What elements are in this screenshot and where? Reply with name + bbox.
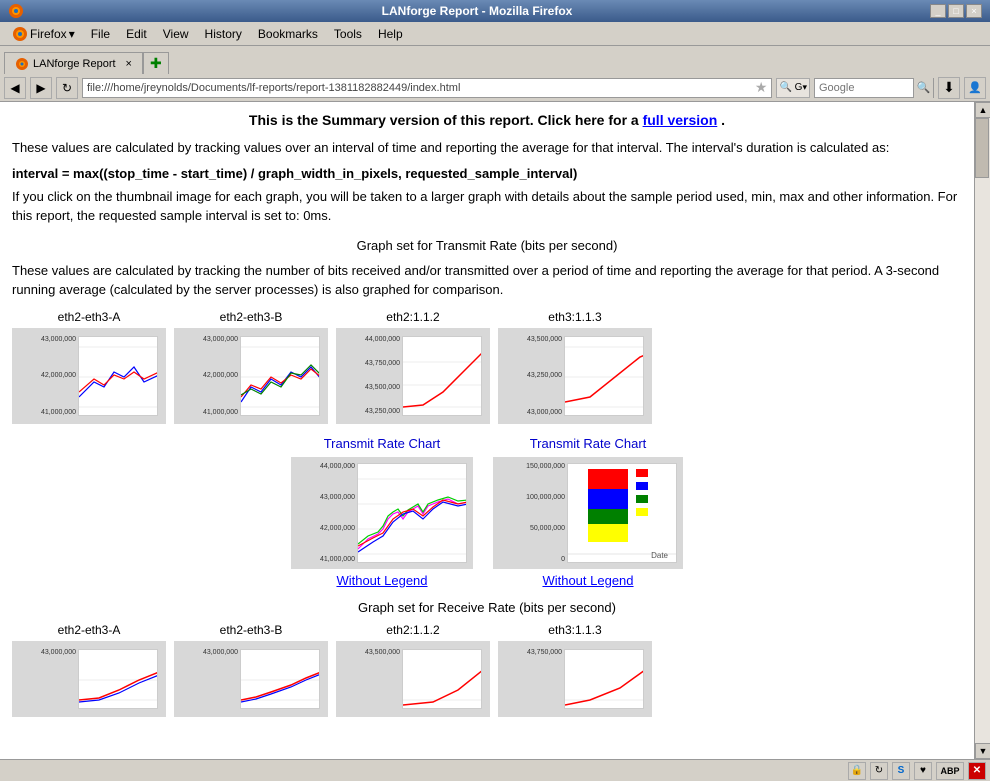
receive-graph-title: Graph set for Receive Rate (bits per sec… <box>12 600 962 615</box>
title-bar: LANforge Report - Mozilla Firefox _ □ × <box>0 0 990 22</box>
thumbnail-receive-eth3-1-1-3: eth3:1.1.3 43,750,000 <box>498 623 652 717</box>
window-title: LANforge Report - Mozilla Firefox <box>24 4 930 18</box>
large-chart-title-0: Transmit Rate Chart <box>324 436 441 451</box>
search-engine-selector[interactable]: 🔍 G ▾ <box>776 78 810 98</box>
description-text-2: If you click on the thumbnail image for … <box>12 187 962 226</box>
content-area: This is the Summary version of this repo… <box>0 102 974 759</box>
without-legend-link-0[interactable]: Without Legend <box>336 573 427 588</box>
formula-line: interval = max((stop_time - start_time) … <box>12 166 962 181</box>
summary-title: This is the Summary version of this repo… <box>12 112 962 128</box>
tab-favicon <box>15 57 29 71</box>
tab-lanforge-report[interactable]: LANforge Report × <box>4 52 143 74</box>
back-button[interactable]: ◀ <box>4 77 26 99</box>
menu-view[interactable]: View <box>155 25 197 43</box>
close-extension-icon[interactable]: ✕ <box>968 762 986 780</box>
tab-bar: LANforge Report × ✚ <box>0 46 990 74</box>
transmit-graph-title: Graph set for Transmit Rate (bits per se… <box>12 238 962 253</box>
thumbnail-receive-eth2-eth3-b: eth2-eth3-B 43,000,000 <box>174 623 328 717</box>
thumbnail-label-2: eth2:1.1.2 <box>386 310 439 324</box>
scroll-up-button[interactable]: ▲ <box>975 102 990 118</box>
thumbnail-eth2-eth3-a: eth2-eth3-A 43,000,000 42,000,000 41,000… <box>12 310 166 424</box>
address-input[interactable]: file:///home/jreynolds/Documents/lf-repo… <box>82 78 772 98</box>
thumbnail-eth2-eth3-b: eth2-eth3-B 43,000,000 42,000,000 41,000… <box>174 310 328 424</box>
thumbnail-box-3[interactable]: 43,500,000 43,250,000 43,000,000 <box>498 328 652 424</box>
thumbnail-receive-box-0[interactable]: 43,000,000 <box>12 641 166 717</box>
refresh-icon[interactable]: ↻ <box>870 762 888 780</box>
large-chart-box-0[interactable]: 44,000,000 43,000,000 42,000,000 41,000,… <box>291 457 473 569</box>
thumbnail-receive-label-3: eth3:1.1.3 <box>548 623 601 637</box>
vertical-scrollbar: ▲ ▼ <box>974 102 990 759</box>
thumbnail-receive-eth2-eth3-a: eth2-eth3-A 43,000,000 <box>12 623 166 717</box>
menu-file[interactable]: File <box>83 25 118 43</box>
description-text-1: These values are calculated by tracking … <box>12 138 962 158</box>
sync-icon[interactable]: S <box>892 762 910 780</box>
bookmark-star-icon[interactable]: ★ <box>755 79 768 96</box>
new-tab-button[interactable]: ✚ <box>143 52 169 74</box>
search-submit-button[interactable]: 🔍 <box>913 78 933 98</box>
adblock-icon[interactable]: ABP <box>936 762 964 780</box>
thumbnail-label-1: eth2-eth3-B <box>220 310 283 324</box>
large-chart-transmit-line: Transmit Rate Chart 44,000,000 43,000,00… <box>291 436 473 588</box>
maximize-button[interactable]: □ <box>948 4 964 18</box>
large-charts-row: Transmit Rate Chart 44,000,000 43,000,00… <box>12 436 962 588</box>
thumbnail-receive-box-2[interactable]: 43,500,000 <box>336 641 490 717</box>
address-bar: ◀ ▶ ↻ file:///home/jreynolds/Documents/l… <box>0 74 990 102</box>
thumbnail-receive-box-3[interactable]: 43,750,000 <box>498 641 652 717</box>
thumbnail-receive-label-2: eth2:1.1.2 <box>386 623 439 637</box>
search-box: 🔍 <box>814 78 934 98</box>
thumbnail-label-0: eth2-eth3-A <box>58 310 121 324</box>
scroll-down-button[interactable]: ▼ <box>975 743 990 759</box>
menu-help[interactable]: Help <box>370 25 411 43</box>
menu-firefox[interactable]: Firefox ▾ <box>4 24 83 44</box>
download-button[interactable]: ⬇ <box>938 77 960 99</box>
lock-icon[interactable]: 🔒 <box>848 762 866 780</box>
main-wrapper: This is the Summary version of this repo… <box>0 102 990 759</box>
thumbnail-receive-label-1: eth2-eth3-B <box>220 623 283 637</box>
minimize-button[interactable]: _ <box>930 4 946 18</box>
receive-thumbnails-row: eth2-eth3-A 43,000,000 <box>12 623 962 717</box>
thumbnail-eth2-1-1-2: eth2:1.1.2 44,000,000 43,750,000 43,500,… <box>336 310 490 424</box>
menu-edit[interactable]: Edit <box>118 25 155 43</box>
thumbnail-eth3-1-1-3: eth3:1.1.3 43,500,000 43,250,000 43,000,… <box>498 310 652 424</box>
heart-icon[interactable]: ♥ <box>914 762 932 780</box>
tab-close-icon[interactable]: × <box>126 58 132 70</box>
scroll-thumb[interactable] <box>975 118 989 178</box>
menu-bar: Firefox ▾ File Edit View History Bookmar… <box>0 22 990 46</box>
thumbnail-receive-box-1[interactable]: 43,000,000 <box>174 641 328 717</box>
menu-history[interactable]: History <box>197 25 250 43</box>
thumbnail-receive-eth2-1-1-2: eth2:1.1.2 43,500,000 <box>336 623 490 717</box>
transmit-thumbnails-row: eth2-eth3-A 43,000,000 42,000,000 41,000… <box>12 310 962 424</box>
search-input[interactable] <box>815 82 913 94</box>
scroll-track[interactable] <box>975 118 990 743</box>
person-button[interactable]: 👤 <box>964 77 986 99</box>
full-version-link[interactable]: full version <box>643 112 718 128</box>
transmit-description: These values are calculated by tracking … <box>12 261 962 300</box>
thumbnail-label-3: eth3:1.1.3 <box>548 310 601 324</box>
thumbnail-box-1[interactable]: 43,000,000 42,000,000 41,000,000 <box>174 328 328 424</box>
reload-button[interactable]: ↻ <box>56 77 78 99</box>
forward-button[interactable]: ▶ <box>30 77 52 99</box>
menu-tools[interactable]: Tools <box>326 25 370 43</box>
menu-bookmarks[interactable]: Bookmarks <box>250 25 326 43</box>
thumbnail-box-0[interactable]: 43,000,000 42,000,000 41,000,000 <box>12 328 166 424</box>
thumbnail-receive-label-0: eth2-eth3-A <box>58 623 121 637</box>
without-legend-link-1[interactable]: Without Legend <box>542 573 633 588</box>
status-bar: 🔒 ↻ S ♥ ABP ✕ <box>0 759 990 781</box>
close-button[interactable]: × <box>966 4 982 18</box>
large-chart-transmit-bar: Transmit Rate Chart 150,000,000 100,000,… <box>493 436 683 588</box>
firefox-icon <box>8 3 24 19</box>
thumbnail-box-2[interactable]: 44,000,000 43,750,000 43,500,000 43,250,… <box>336 328 490 424</box>
large-chart-title-1: Transmit Rate Chart <box>530 436 647 451</box>
large-chart-box-1[interactable]: 150,000,000 100,000,000 50,000,000 0 <box>493 457 683 569</box>
firefox-menu-icon <box>12 26 28 42</box>
